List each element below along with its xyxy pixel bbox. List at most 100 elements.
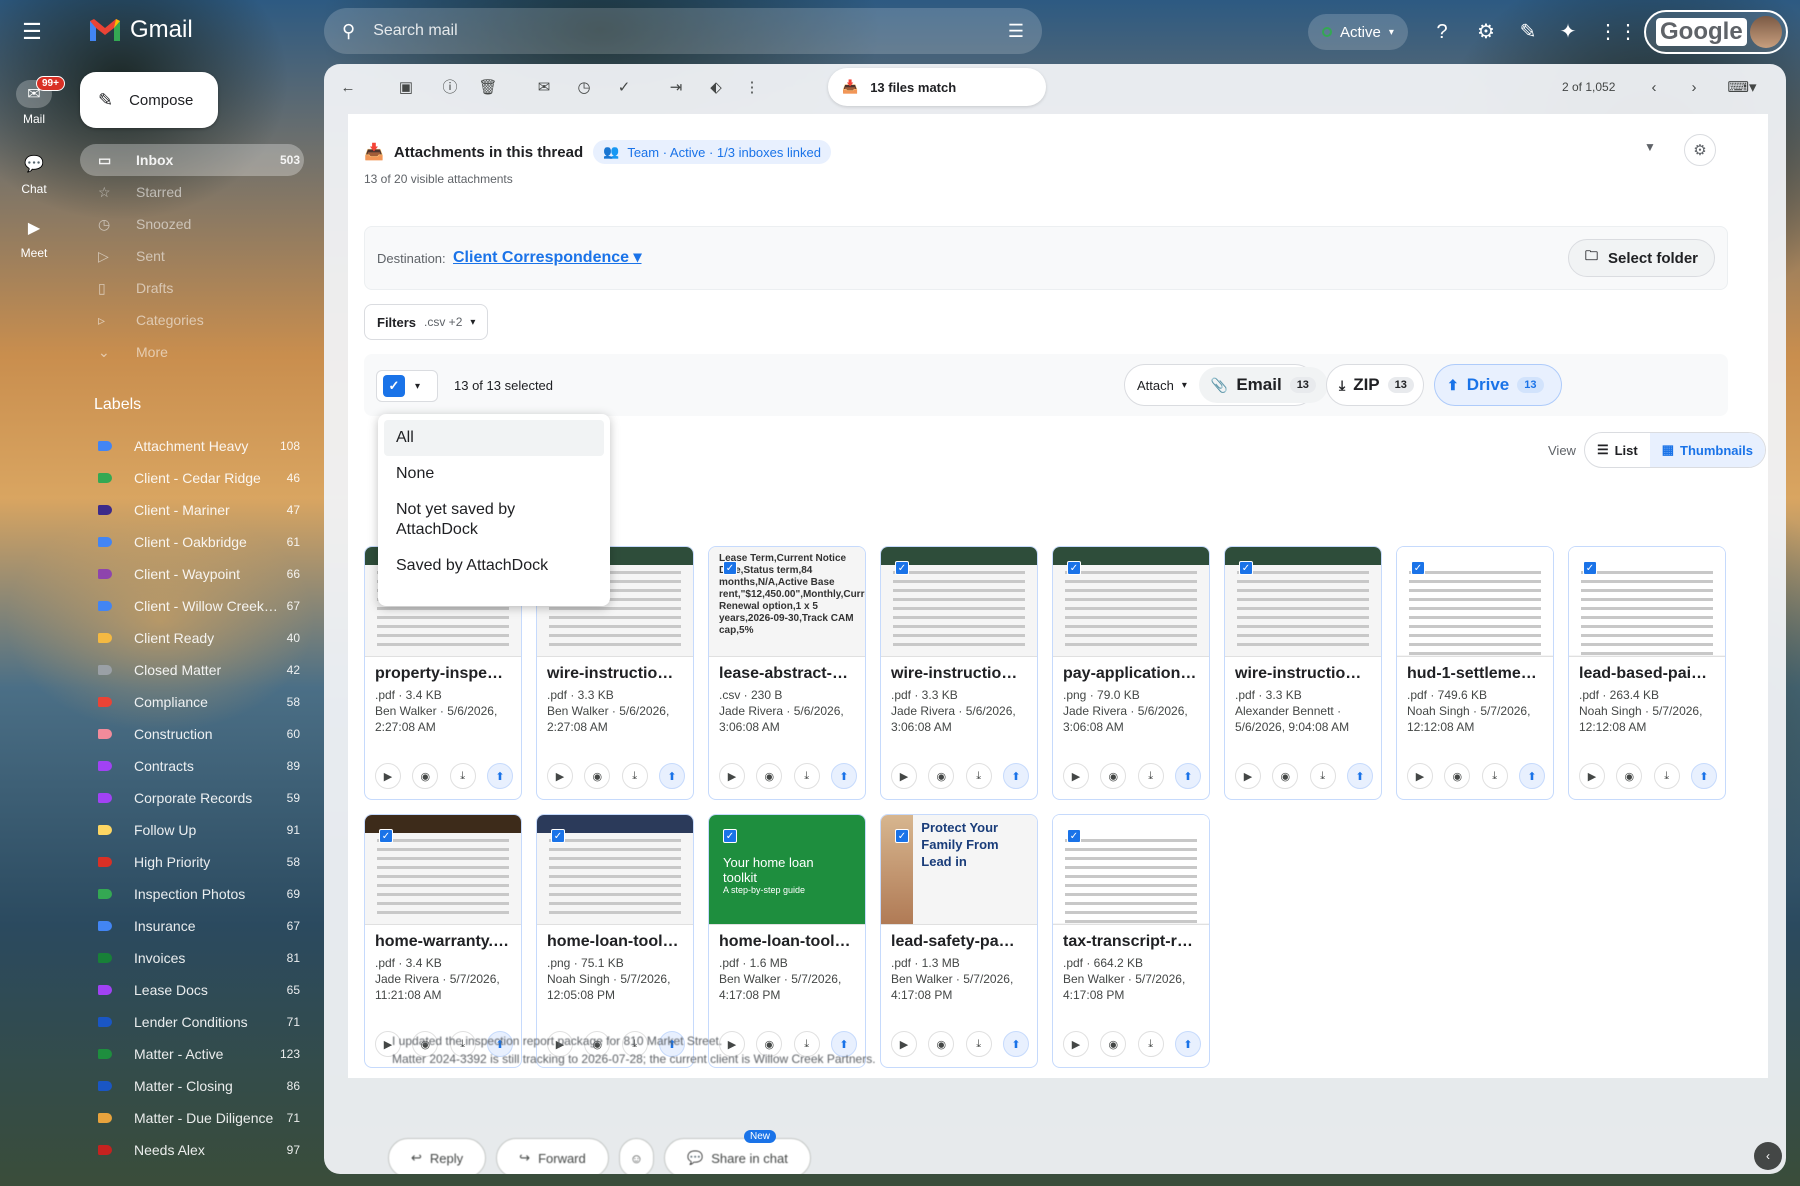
account-switcher[interactable]: Google xyxy=(1644,10,1788,54)
download-icon[interactable]: ⤓ xyxy=(621,763,648,789)
extension-icon[interactable]: ✎ xyxy=(1516,20,1540,44)
dropdown-option[interactable]: All xyxy=(384,420,604,456)
label-item[interactable]: Client - Waypoint 66 xyxy=(80,558,304,590)
play-icon[interactable]: ▶ xyxy=(891,763,917,789)
preview-eye-icon[interactable]: ◉ xyxy=(756,763,783,789)
dropdown-option[interactable]: Saved by AttachDock xyxy=(384,548,604,584)
label-item[interactable]: Matter - Due Diligence 71 xyxy=(80,1102,304,1134)
gear-icon[interactable]: ⚙ xyxy=(1684,134,1716,166)
search-options-icon[interactable]: ☰ xyxy=(1008,21,1024,42)
label-item[interactable]: High Priority 58 xyxy=(80,846,304,878)
download-icon[interactable]: ⤓ xyxy=(965,1031,992,1057)
files-match-chip[interactable]: 📥 13 files match xyxy=(828,68,1046,106)
chevron-down-icon[interactable]: ▾ xyxy=(415,381,420,392)
apps-grid-icon[interactable]: ⋮⋮ xyxy=(1598,20,1638,44)
chevron-right-icon[interactable]: › xyxy=(1684,78,1704,98)
trash-icon[interactable]: 🗑 xyxy=(478,78,498,98)
preview-eye-icon[interactable]: ◉ xyxy=(412,763,439,789)
attachment-card[interactable]: ✓ pay-application.png .png · 79.0 KB Jad… xyxy=(1052,546,1210,800)
label-item[interactable]: Client - Cedar Ridge 46 xyxy=(80,462,304,494)
help-icon[interactable]: ? xyxy=(1430,20,1454,44)
play-icon[interactable]: ▶ xyxy=(1235,763,1261,789)
attachment-thumbnail[interactable]: ✓ xyxy=(1569,547,1725,657)
preview-eye-icon[interactable]: ◉ xyxy=(584,763,611,789)
search-icon[interactable]: ⚲ xyxy=(342,21,355,42)
label-item[interactable]: Compliance 58 xyxy=(80,686,304,718)
label-item[interactable]: Needs Alex 97 xyxy=(80,1134,304,1166)
share-in-chat-button[interactable]: 💬 Share in chat xyxy=(664,1138,811,1174)
checkbox-checked-icon[interactable]: ✓ xyxy=(1583,561,1597,575)
mark-unread-icon[interactable]: ✉ xyxy=(534,78,554,98)
play-icon[interactable]: ▶ xyxy=(1063,1031,1089,1057)
label-item[interactable]: Lender Conditions 71 xyxy=(80,1006,304,1038)
back-arrow-icon[interactable]: ← xyxy=(338,78,358,98)
checkbox-checked-icon[interactable]: ✓ xyxy=(1067,829,1081,843)
play-icon[interactable]: ▶ xyxy=(719,763,745,789)
drive-save-icon[interactable]: ⬆ xyxy=(486,763,513,789)
search-input[interactable] xyxy=(373,22,1008,40)
checkbox-checked-icon[interactable]: ✓ xyxy=(1067,561,1081,575)
preview-eye-icon[interactable]: ◉ xyxy=(928,763,955,789)
attachment-thumbnail[interactable]: ✓ xyxy=(1397,547,1553,657)
label-item[interactable]: Inspection Photos 69 xyxy=(80,878,304,910)
sparkle-icon[interactable]: ✦ xyxy=(1556,20,1580,44)
label-item[interactable]: Matter - Active 123 xyxy=(80,1038,304,1070)
attachment-thumbnail[interactable]: ✓ Protect Your Family From Lead in xyxy=(881,815,1037,925)
attachment-card[interactable]: ✓ home-warranty.pdf .pdf · 3.4 KB Jade R… xyxy=(364,814,522,1068)
play-icon[interactable]: ▶ xyxy=(1407,763,1433,789)
attachment-thumbnail[interactable]: ✓ xyxy=(1053,547,1209,657)
download-icon[interactable]: ⤓ xyxy=(1309,763,1336,789)
label-item[interactable]: Closed Matter 42 xyxy=(80,654,304,686)
dropdown-option[interactable]: Not yet saved by AttachDock xyxy=(384,492,604,548)
label-item[interactable]: Corporate Records 59 xyxy=(80,782,304,814)
add-task-icon[interactable]: ✓ xyxy=(614,78,634,98)
status-button[interactable]: Active ▾ xyxy=(1308,14,1408,50)
checkbox-checked-icon[interactable]: ✓ xyxy=(895,829,909,843)
attachment-thumbnail[interactable]: ✓ xyxy=(881,547,1037,657)
download-icon[interactable]: ⤓ xyxy=(965,763,992,789)
drive-save-icon[interactable]: ⬆ xyxy=(1002,1031,1029,1057)
sidebar-item-drafts[interactable]: ▯ Drafts xyxy=(80,272,304,304)
attach-dropdown[interactable]: Attach ▾ xyxy=(1125,367,1199,403)
preview-eye-icon[interactable]: ◉ xyxy=(928,1031,955,1057)
checkbox-checked-icon[interactable]: ✓ xyxy=(895,561,909,575)
chevron-down-icon[interactable]: ▼ xyxy=(1644,140,1656,154)
snooze-icon[interactable]: ◷ xyxy=(574,78,594,98)
gmail-logo[interactable]: Gmail xyxy=(88,16,193,44)
reply-button[interactable]: ↩ Reply xyxy=(388,1138,487,1174)
drive-save-icon[interactable]: ⬆ xyxy=(1690,763,1717,789)
archive-icon[interactable]: ▣ xyxy=(396,78,416,98)
preview-eye-icon[interactable]: ◉ xyxy=(1616,763,1643,789)
zip-button[interactable]: ⤓ ZIP 13 xyxy=(1326,364,1424,406)
sidebar-item-sent[interactable]: ▷ Sent xyxy=(80,240,304,272)
team-status-pill[interactable]: 👥 Team · Active · 1/3 inboxes linked xyxy=(593,140,831,164)
sidebar-item-more[interactable]: ⌄ More xyxy=(80,336,304,368)
play-icon[interactable]: ▶ xyxy=(547,763,573,789)
drive-save-icon[interactable]: ⬆ xyxy=(658,763,685,789)
attachment-card[interactable]: ✓ Protect Your Family From Lead in lead-… xyxy=(880,814,1038,1068)
email-button[interactable]: 📎 Email 13 xyxy=(1198,367,1328,403)
checkbox-checked-icon[interactable]: ✓ xyxy=(723,829,737,843)
drive-save-icon[interactable]: ⬆ xyxy=(1346,763,1373,789)
checkbox-checked-icon[interactable]: ✓ xyxy=(383,375,405,397)
drive-button[interactable]: ⬆ Drive 13 xyxy=(1434,364,1562,406)
sidebar-item-snoozed[interactable]: ◷ Snoozed xyxy=(80,208,304,240)
attachment-card[interactable]: ✓ lead-based-paint.pdf .pdf · 263.4 KB N… xyxy=(1568,546,1726,800)
destination-dropdown[interactable]: Client Correspondence ▾ xyxy=(453,247,642,267)
play-icon[interactable]: ▶ xyxy=(891,1031,917,1057)
chevron-left-icon[interactable]: ‹ xyxy=(1644,78,1664,98)
select-folder-button[interactable]: 🗀 Select folder xyxy=(1567,239,1715,277)
attachment-thumbnail[interactable]: ✓ xyxy=(365,815,521,925)
preview-eye-icon[interactable]: ◉ xyxy=(1272,763,1299,789)
forward-button[interactable]: ↪ Forward xyxy=(496,1138,609,1174)
checkbox-checked-icon[interactable]: ✓ xyxy=(1411,561,1425,575)
attachment-thumbnail[interactable]: ✓ xyxy=(1225,547,1381,657)
filters-button[interactable]: Filters .csv +2 ▾ xyxy=(364,304,489,340)
preview-eye-icon[interactable]: ◉ xyxy=(1100,1031,1127,1057)
checkbox-checked-icon[interactable]: ✓ xyxy=(379,829,393,843)
label-item[interactable]: Lease Docs 65 xyxy=(80,974,304,1006)
label-item[interactable]: Client - Willow Creek Partners 67 xyxy=(80,590,304,622)
download-icon[interactable]: ⤓ xyxy=(449,763,476,789)
rail-chat[interactable]: 💬 Chat xyxy=(4,150,64,196)
download-icon[interactable]: ⤓ xyxy=(793,763,820,789)
